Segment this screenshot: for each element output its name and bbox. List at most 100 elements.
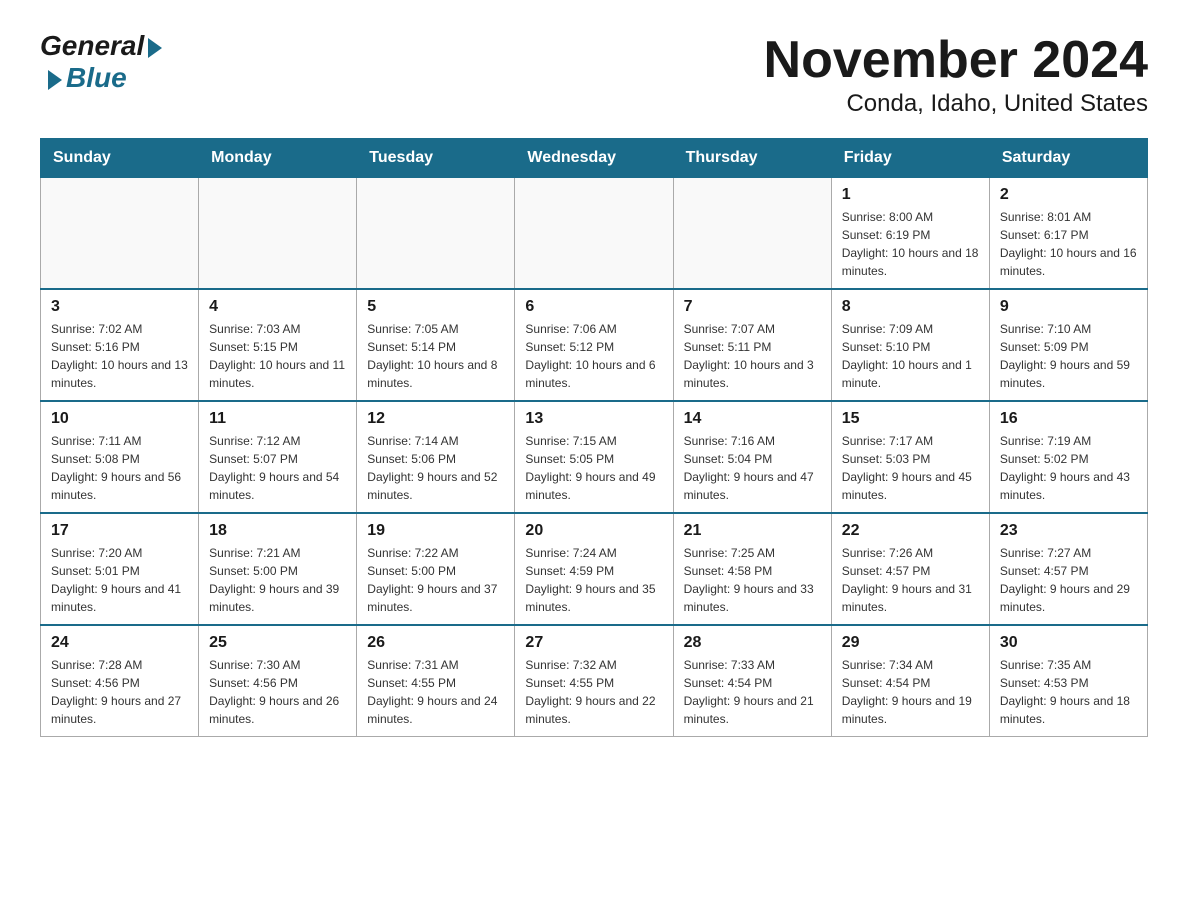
- logo: General Blue: [40, 30, 162, 94]
- calendar-week-row: 17Sunrise: 7:20 AMSunset: 5:01 PMDayligh…: [41, 513, 1148, 625]
- day-info: Sunrise: 7:05 AMSunset: 5:14 PMDaylight:…: [367, 320, 504, 392]
- day-info: Sunrise: 7:22 AMSunset: 5:00 PMDaylight:…: [367, 544, 504, 616]
- day-number: 21: [684, 522, 821, 540]
- header-tuesday: Tuesday: [357, 139, 515, 178]
- table-row: 14 Sunrise: 7:16 AMSunset: 5:04 PMDayligh…: [673, 401, 831, 513]
- day-number: 15: [842, 410, 979, 428]
- day-info: Sunrise: 7:35 AMSunset: 4:53 PMDaylight:…: [1000, 656, 1137, 728]
- day-info: Sunrise: 7:10 AMSunset: 5:09 PMDaylight:…: [1000, 320, 1137, 392]
- calendar-header-row: Sunday Monday Tuesday Wednesday Thursday…: [41, 139, 1148, 178]
- day-number: 27: [525, 634, 662, 652]
- day-number: 20: [525, 522, 662, 540]
- day-info: Sunrise: 8:01 AMSunset: 6:17 PMDaylight:…: [1000, 208, 1137, 280]
- calendar-title: November 2024: [764, 30, 1148, 90]
- logo-blue-text: Blue: [66, 62, 127, 94]
- calendar-table: Sunday Monday Tuesday Wednesday Thursday…: [40, 138, 1148, 737]
- table-row: 28 Sunrise: 7:33 AMSunset: 4:54 PMDayligh…: [673, 625, 831, 737]
- table-row: 16Sunrise: 7:19 AMSunset: 5:02 PMDayligh…: [989, 401, 1147, 513]
- day-info: Sunrise: 7:33 AMSunset: 4:54 PMDaylight:…: [684, 656, 821, 728]
- table-row: 22 Sunrise: 7:26 AMSunset: 4:57 PMDayligh…: [831, 513, 989, 625]
- calendar-week-row: 1 Sunrise: 8:00 AMSunset: 6:19 PMDaylight…: [41, 178, 1148, 290]
- table-row: 20 Sunrise: 7:24 AMSunset: 4:59 PMDayligh…: [515, 513, 673, 625]
- table-row: 13 Sunrise: 7:15 AMSunset: 5:05 PMDayligh…: [515, 401, 673, 513]
- table-row: 6 Sunrise: 7:06 AMSunset: 5:12 PMDaylight…: [515, 289, 673, 401]
- header-saturday: Saturday: [989, 139, 1147, 178]
- day-number: 2: [1000, 186, 1137, 204]
- day-number: 6: [525, 298, 662, 316]
- table-row: 30 Sunrise: 7:35 AMSunset: 4:53 PMDayligh…: [989, 625, 1147, 737]
- table-row: 25 Sunrise: 7:30 AMSunset: 4:56 PMDayligh…: [199, 625, 357, 737]
- day-number: 12: [367, 410, 504, 428]
- calendar-week-row: 3 Sunrise: 7:02 AMSunset: 5:16 PMDaylight…: [41, 289, 1148, 401]
- day-number: 24: [51, 634, 188, 652]
- day-number: 11: [209, 410, 346, 428]
- day-info: Sunrise: 7:02 AMSunset: 5:16 PMDaylight:…: [51, 320, 188, 392]
- table-row: 3 Sunrise: 7:02 AMSunset: 5:16 PMDaylight…: [41, 289, 199, 401]
- table-row: 10Sunrise: 7:11 AMSunset: 5:08 PMDayligh…: [41, 401, 199, 513]
- day-number: 29: [842, 634, 979, 652]
- day-info: Sunrise: 7:16 AMSunset: 5:04 PMDaylight:…: [684, 432, 821, 504]
- logo-general-text: General: [40, 30, 144, 62]
- table-row: 9 Sunrise: 7:10 AMSunset: 5:09 PMDaylight…: [989, 289, 1147, 401]
- table-row: 26 Sunrise: 7:31 AMSunset: 4:55 PMDayligh…: [357, 625, 515, 737]
- day-info: Sunrise: 7:21 AMSunset: 5:00 PMDaylight:…: [209, 544, 346, 616]
- table-row: 2 Sunrise: 8:01 AMSunset: 6:17 PMDaylight…: [989, 178, 1147, 290]
- day-info: Sunrise: 7:09 AMSunset: 5:10 PMDaylight:…: [842, 320, 979, 392]
- table-row: 29 Sunrise: 7:34 AMSunset: 4:54 PMDayligh…: [831, 625, 989, 737]
- day-info: Sunrise: 8:00 AMSunset: 6:19 PMDaylight:…: [842, 208, 979, 280]
- day-number: 9: [1000, 298, 1137, 316]
- table-row: [515, 178, 673, 290]
- day-number: 17: [51, 522, 188, 540]
- day-number: 23: [1000, 522, 1137, 540]
- day-number: 18: [209, 522, 346, 540]
- table-row: [357, 178, 515, 290]
- table-row: [199, 178, 357, 290]
- header-thursday: Thursday: [673, 139, 831, 178]
- table-row: 18 Sunrise: 7:21 AMSunset: 5:00 PMDayligh…: [199, 513, 357, 625]
- day-number: 26: [367, 634, 504, 652]
- day-number: 14: [684, 410, 821, 428]
- table-row: 24 Sunrise: 7:28 AMSunset: 4:56 PMDayligh…: [41, 625, 199, 737]
- calendar-week-row: 10Sunrise: 7:11 AMSunset: 5:08 PMDayligh…: [41, 401, 1148, 513]
- table-row: 23 Sunrise: 7:27 AMSunset: 4:57 PMDayligh…: [989, 513, 1147, 625]
- day-info: Sunrise: 7:30 AMSunset: 4:56 PMDaylight:…: [209, 656, 346, 728]
- day-number: 30: [1000, 634, 1137, 652]
- table-row: 19Sunrise: 7:22 AMSunset: 5:00 PMDayligh…: [357, 513, 515, 625]
- calendar-location: Conda, Idaho, United States: [764, 90, 1148, 118]
- table-row: 4Sunrise: 7:03 AMSunset: 5:15 PMDaylight…: [199, 289, 357, 401]
- day-info: Sunrise: 7:28 AMSunset: 4:56 PMDaylight:…: [51, 656, 188, 728]
- day-info: Sunrise: 7:25 AMSunset: 4:58 PMDaylight:…: [684, 544, 821, 616]
- day-number: 28: [684, 634, 821, 652]
- logo-arrow-icon-2: [48, 70, 62, 90]
- calendar-week-row: 24 Sunrise: 7:28 AMSunset: 4:56 PMDayligh…: [41, 625, 1148, 737]
- day-info: Sunrise: 7:24 AMSunset: 4:59 PMDaylight:…: [525, 544, 662, 616]
- day-info: Sunrise: 7:14 AMSunset: 5:06 PMDaylight:…: [367, 432, 504, 504]
- day-info: Sunrise: 7:12 AMSunset: 5:07 PMDaylight:…: [209, 432, 346, 504]
- page-header: General Blue November 2024 Conda, Idaho,…: [40, 30, 1148, 118]
- table-row: 11 Sunrise: 7:12 AMSunset: 5:07 PMDayligh…: [199, 401, 357, 513]
- day-info: Sunrise: 7:15 AMSunset: 5:05 PMDaylight:…: [525, 432, 662, 504]
- header-monday: Monday: [199, 139, 357, 178]
- day-number: 22: [842, 522, 979, 540]
- day-info: Sunrise: 7:34 AMSunset: 4:54 PMDaylight:…: [842, 656, 979, 728]
- day-number: 7: [684, 298, 821, 316]
- day-number: 25: [209, 634, 346, 652]
- table-row: 27Sunrise: 7:32 AMSunset: 4:55 PMDayligh…: [515, 625, 673, 737]
- day-info: Sunrise: 7:31 AMSunset: 4:55 PMDaylight:…: [367, 656, 504, 728]
- day-info: Sunrise: 7:26 AMSunset: 4:57 PMDaylight:…: [842, 544, 979, 616]
- table-row: 12 Sunrise: 7:14 AMSunset: 5:06 PMDayligh…: [357, 401, 515, 513]
- day-number: 13: [525, 410, 662, 428]
- title-section: November 2024 Conda, Idaho, United State…: [764, 30, 1148, 118]
- table-row: 21 Sunrise: 7:25 AMSunset: 4:58 PMDayligh…: [673, 513, 831, 625]
- table-row: 5Sunrise: 7:05 AMSunset: 5:14 PMDaylight…: [357, 289, 515, 401]
- day-info: Sunrise: 7:19 AMSunset: 5:02 PMDaylight:…: [1000, 432, 1137, 504]
- table-row: 15Sunrise: 7:17 AMSunset: 5:03 PMDayligh…: [831, 401, 989, 513]
- table-row: 7Sunrise: 7:07 AMSunset: 5:11 PMDaylight…: [673, 289, 831, 401]
- day-number: 3: [51, 298, 188, 316]
- header-wednesday: Wednesday: [515, 139, 673, 178]
- header-sunday: Sunday: [41, 139, 199, 178]
- day-info: Sunrise: 7:27 AMSunset: 4:57 PMDaylight:…: [1000, 544, 1137, 616]
- day-number: 1: [842, 186, 979, 204]
- table-row: [41, 178, 199, 290]
- day-info: Sunrise: 7:06 AMSunset: 5:12 PMDaylight:…: [525, 320, 662, 392]
